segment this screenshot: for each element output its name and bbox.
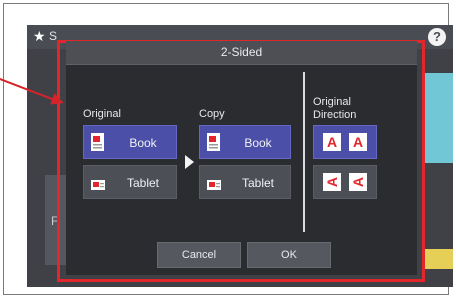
book-page-icon: [91, 133, 104, 151]
arrow-right-icon: [185, 155, 194, 169]
original-direction-label: Original Direction: [313, 96, 356, 122]
copy-tablet-button[interactable]: Tablet: [199, 165, 291, 199]
direction-label-line: Original: [313, 96, 351, 108]
option-label: Book: [244, 136, 272, 150]
direction-label-line: Direction: [313, 109, 357, 121]
dialog-header: 2-Sided: [66, 41, 417, 65]
original-label: Original: [83, 108, 121, 120]
column-divider: [303, 72, 305, 232]
two-sided-dialog: 2-Sided Original Book Tablet Copy Book T…: [66, 41, 417, 275]
star-icon[interactable]: ★: [33, 28, 46, 45]
option-label: Tablet: [241, 176, 275, 190]
option-label: Book: [129, 136, 157, 150]
direction-tile: A: [323, 133, 341, 151]
original-book-button[interactable]: Book: [83, 125, 177, 159]
help-icon[interactable]: ?: [428, 28, 446, 46]
background-title: S: [49, 29, 58, 43]
direction-rotated-button[interactable]: A A: [313, 165, 377, 199]
cancel-button[interactable]: Cancel: [157, 242, 241, 268]
tablet-page-icon: [207, 180, 221, 190]
copy-book-button[interactable]: Book: [199, 125, 291, 159]
background-accent-strip: [423, 73, 453, 163]
tablet-page-icon: [91, 180, 105, 190]
direction-upright-button[interactable]: A A: [313, 125, 377, 159]
direction-tile: A: [323, 173, 341, 191]
direction-tile: A: [349, 133, 367, 151]
book-page-icon: [207, 133, 220, 151]
copy-label: Copy: [199, 108, 225, 120]
ok-button[interactable]: OK: [247, 242, 331, 268]
background-yellow-strip: [423, 249, 453, 269]
original-tablet-button[interactable]: Tablet: [83, 165, 177, 199]
direction-tile: A: [349, 173, 367, 191]
dialog-title: 2-Sided: [220, 45, 263, 59]
option-label: Tablet: [126, 176, 160, 190]
